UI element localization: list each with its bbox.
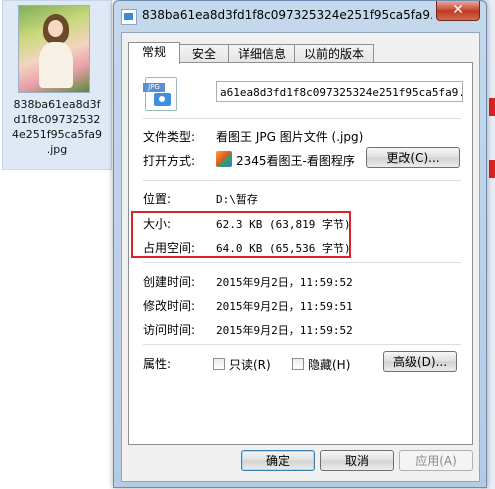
red-highlight-box — [131, 211, 351, 258]
image-viewer-app-icon — [216, 151, 232, 167]
created-value: 2015年9月2日，11:59:52 — [216, 276, 353, 289]
location-value: D:\暂存 — [216, 193, 258, 206]
tab-previous-versions[interactable]: 以前的版本 — [294, 44, 374, 63]
desktop-file-icon[interactable]: 838ba61ea8d3f d1f8c09732532 4e251f95ca5f… — [2, 0, 112, 170]
window-title: 838ba61ea8d3fd1f8c097325324e251f95ca5fa9… — [142, 8, 432, 22]
tab-general[interactable]: 常规 — [128, 42, 180, 64]
hidden-label[interactable]: 隐藏(H) — [308, 356, 350, 373]
created-label: 创建时间: — [143, 275, 196, 289]
apply-button[interactable]: 应用(A) — [399, 450, 473, 471]
open-with-value: 2345看图王-看图程序 — [236, 154, 355, 168]
red-mark — [489, 98, 495, 116]
readonly-label[interactable]: 只读(R) — [229, 356, 271, 373]
tab-details[interactable]: 详细信息 — [228, 44, 296, 63]
cancel-button[interactable]: 取消 — [320, 450, 394, 471]
ok-button[interactable]: 确定 — [241, 450, 315, 471]
image-thumbnail — [18, 5, 90, 93]
divider — [143, 180, 461, 181]
close-button[interactable]: ✕ — [436, 1, 480, 21]
hidden-checkbox[interactable] — [292, 358, 304, 370]
file-type-value: 看图王 JPG 图片文件 (.jpg) — [216, 130, 364, 144]
general-tab-panel: JPG a61ea8d3fd1f8c097325324e251f95ca5fa9… — [128, 62, 473, 445]
jpg-file-icon: JPG — [143, 77, 177, 111]
accessed-label: 访问时间: — [143, 323, 196, 337]
file-name-input[interactable]: a61ea8d3fd1f8c097325324e251f95ca5fa9.jpg — [216, 81, 463, 102]
title-bar[interactable]: 838ba61ea8d3fd1f8c097325324e251f95ca5fa9… — [114, 1, 486, 31]
desktop-file-label: 838ba61ea8d3f d1f8c09732532 4e251f95ca5f… — [11, 98, 103, 156]
accessed-value: 2015年9月2日，11:59:52 — [216, 324, 353, 337]
red-mark — [489, 160, 495, 178]
window-icon — [121, 9, 137, 25]
open-with-label: 打开方式: — [143, 154, 196, 168]
advanced-button[interactable]: 高级(D)... — [383, 351, 457, 372]
dialog-client: 常规 安全 详细信息 以前的版本 JPG a61ea8d3fd1f8c09732… — [121, 32, 480, 482]
tab-security[interactable]: 安全 — [178, 44, 230, 63]
modified-label: 修改时间: — [143, 299, 196, 313]
change-button[interactable]: 更改(C)... — [366, 147, 460, 168]
attributes-label: 属性: — [143, 357, 172, 371]
divider — [143, 262, 461, 263]
divider — [143, 118, 461, 119]
location-label: 位置: — [143, 192, 172, 206]
properties-window: 838ba61ea8d3fd1f8c097325324e251f95ca5fa9… — [113, 0, 487, 488]
modified-value: 2015年9月2日，11:59:51 — [216, 300, 353, 313]
readonly-checkbox[interactable] — [213, 358, 225, 370]
file-type-label: 文件类型: — [143, 130, 196, 144]
divider — [143, 344, 461, 345]
